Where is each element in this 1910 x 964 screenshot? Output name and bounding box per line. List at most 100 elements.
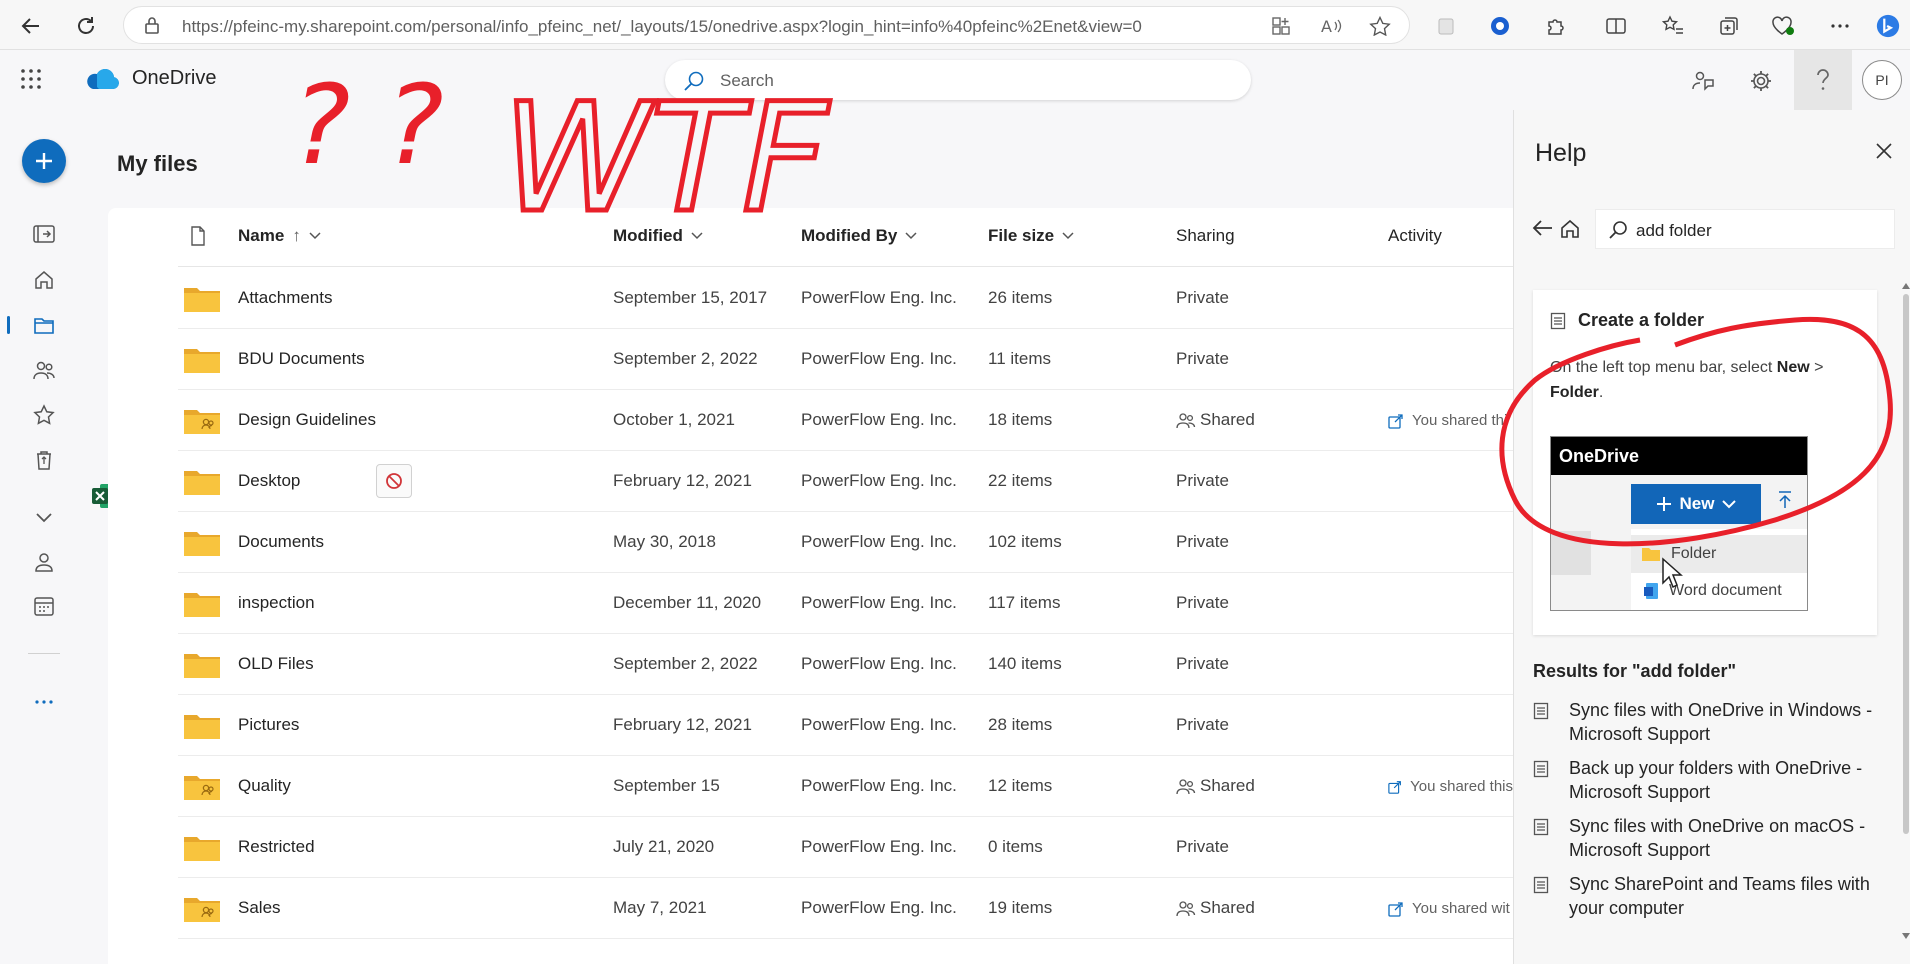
file-name[interactable]: Sales [238,898,281,918]
help-home-button[interactable] [1559,218,1581,245]
file-sharing[interactable]: Shared [1176,898,1255,918]
rail-collapse-button[interactable] [30,220,58,248]
rail-expand-button[interactable] [30,504,58,532]
sharing-column-header[interactable]: Sharing [1176,226,1235,246]
file-name[interactable]: Desktop [238,471,300,491]
extensions-button[interactable] [1543,13,1569,39]
file-sharing: Private [1176,288,1229,307]
favorite-star-icon[interactable] [1369,16,1391,36]
split-screen-button[interactable] [1603,13,1629,39]
file-type-column-header[interactable] [190,226,206,246]
circle-extension-icon [1491,17,1509,35]
file-sharing: Private [1176,471,1229,490]
share-feedback-button[interactable] [1688,66,1718,96]
table-row[interactable]: Restricted July 21, 2020 PowerFlow Eng. … [108,817,1513,878]
file-name[interactable]: Pictures [238,715,299,735]
file-sharing: Private [1176,837,1229,856]
table-row[interactable]: inspection December 11, 2020 PowerFlow E… [108,573,1513,634]
table-row[interactable]: Desktop February 12, 2021 PowerFlow Eng.… [108,451,1513,512]
illustration-folder-item: Folder [1631,535,1807,573]
health-button[interactable] [1770,13,1796,39]
rail-recycle-bin[interactable] [30,446,58,474]
modified-by-column-header[interactable]: Modified By [801,226,917,246]
blocked-button[interactable] [376,464,412,498]
help-result-link[interactable]: Sync files with OneDrive in Windows - Mi… [1569,698,1889,746]
rail-shared[interactable] [30,356,58,384]
table-row[interactable]: Quality September 15 PowerFlow Eng. Inc.… [108,756,1513,817]
table-row[interactable]: Pictures February 12, 2021 PowerFlow Eng… [108,695,1513,756]
file-name[interactable]: Design Guidelines [238,410,376,430]
activity-column-label: Activity [1388,226,1442,245]
copilot-button[interactable] [1875,13,1901,39]
rail-more-button[interactable] [30,688,58,716]
file-name[interactable]: Quality [238,776,291,796]
file-size-column-header[interactable]: File size [988,226,1074,246]
back-button[interactable] [16,11,46,41]
search-box[interactable]: Search [665,60,1251,100]
sort-ascending-icon: ↑ [292,226,301,245]
refresh-icon [78,17,94,34]
file-modified: May 30, 2018 [613,532,717,551]
folder-icon [183,468,221,501]
table-row[interactable]: Design Guidelines October 1, 2021 PowerF… [108,390,1513,451]
activity-column-header[interactable]: Activity [1388,226,1442,246]
illustration-header: OneDrive [1551,437,1807,475]
address-bar[interactable]: https://pfeinc-my.sharepoint.com/persona… [123,6,1410,44]
question-mark-icon [1817,69,1829,90]
refresh-button[interactable] [71,11,101,41]
chevron-down-icon [36,513,52,523]
more-menu-button[interactable] [1827,13,1853,39]
person-icon [35,553,53,572]
rail-selection-indicator [7,316,10,334]
table-row[interactable]: BDU Documents September 2, 2022 PowerFlo… [108,329,1513,390]
help-back-button[interactable] [1532,218,1554,243]
modified-column-header[interactable]: Modified [613,226,703,246]
rail-people[interactable] [30,548,58,576]
help-result-link[interactable]: Back up your folders with OneDrive - Mic… [1569,756,1889,804]
name-column-header[interactable]: Name ↑ [238,226,321,246]
table-row[interactable]: OLD Files September 2, 2022 PowerFlow En… [108,634,1513,695]
help-close-button[interactable] [1872,139,1896,163]
help-button[interactable] [1794,50,1852,110]
file-sharing[interactable]: Shared [1176,776,1255,796]
create-new-button[interactable] [22,139,66,183]
rail-favorites[interactable] [30,401,58,429]
app-available-icon[interactable] [1271,16,1291,36]
file-name[interactable]: OLD Files [238,654,314,674]
table-row[interactable]: Documents May 30, 2018 PowerFlow Eng. In… [108,512,1513,573]
settings-button[interactable] [1746,66,1776,96]
people-feedback-icon [1692,71,1714,91]
file-name[interactable]: Restricted [238,837,315,857]
share-icon [1388,901,1403,917]
app-launcher-button[interactable] [20,68,42,95]
file-name[interactable]: inspection [238,593,315,613]
file-name[interactable]: Documents [238,532,324,552]
plus-icon [36,153,52,169]
read-aloud-icon[interactable]: A [1321,16,1343,36]
help-result-link[interactable]: Sync files with OneDrive on macOS - Micr… [1569,814,1889,862]
file-name[interactable]: BDU Documents [238,349,365,369]
help-search-box[interactable]: add folder [1595,209,1895,249]
help-scrollbar[interactable] [1902,283,1910,943]
favorites-button[interactable] [1660,13,1686,39]
extension-icon-2[interactable] [1487,13,1513,39]
name-column-label: Name [238,226,285,245]
app-brand[interactable]: OneDrive [132,67,216,90]
home-icon [1561,219,1579,238]
account-avatar[interactable]: PI [1862,60,1902,100]
rail-meetings[interactable] [30,592,58,620]
help-results-heading: Results for "add folder" [1533,661,1737,681]
onedrive-cloud-icon [85,68,119,95]
help-scroll-thumb[interactable] [1903,294,1909,834]
collections-button[interactable] [1716,13,1742,39]
extension-icon-1[interactable] [1433,13,1459,39]
table-row[interactable]: Attachments September 15, 2017 PowerFlow… [108,268,1513,329]
rail-home[interactable] [30,266,58,294]
help-result-link[interactable]: Sync SharePoint and Teams files with you… [1569,872,1889,920]
file-type-icon [191,226,205,246]
table-row[interactable]: Sales May 7, 2021 PowerFlow Eng. Inc. 19… [108,878,1513,939]
help-article-card[interactable]: Create a folder On the left top menu bar… [1533,290,1877,635]
file-name[interactable]: Attachments [238,288,333,308]
file-sharing[interactable]: Shared [1176,410,1255,430]
rail-my-files[interactable] [30,311,58,339]
